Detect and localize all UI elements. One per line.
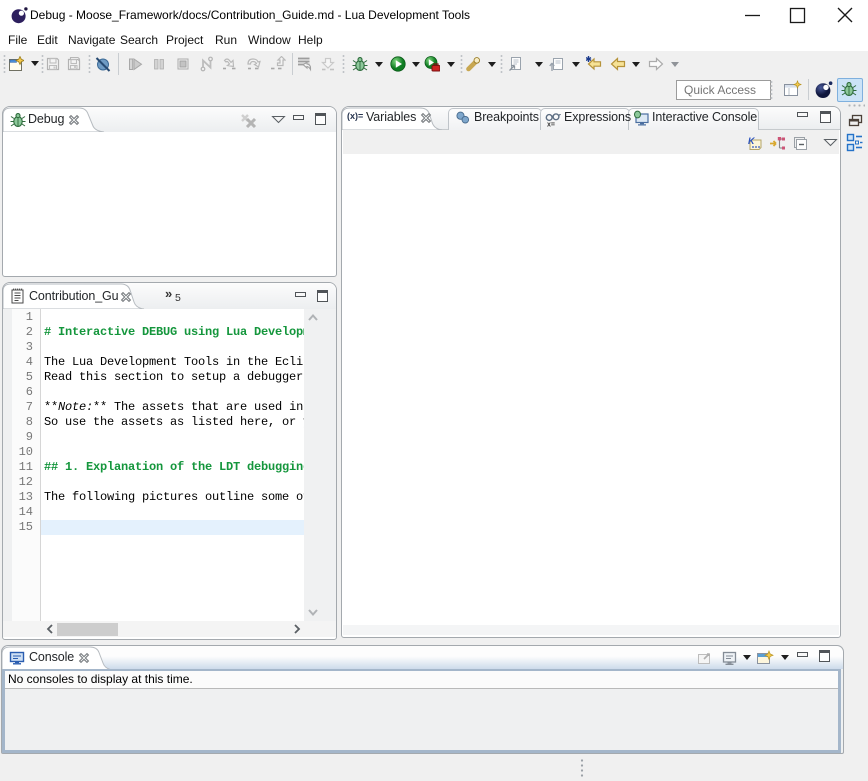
svg-text:x=: x= [547, 122, 555, 128]
